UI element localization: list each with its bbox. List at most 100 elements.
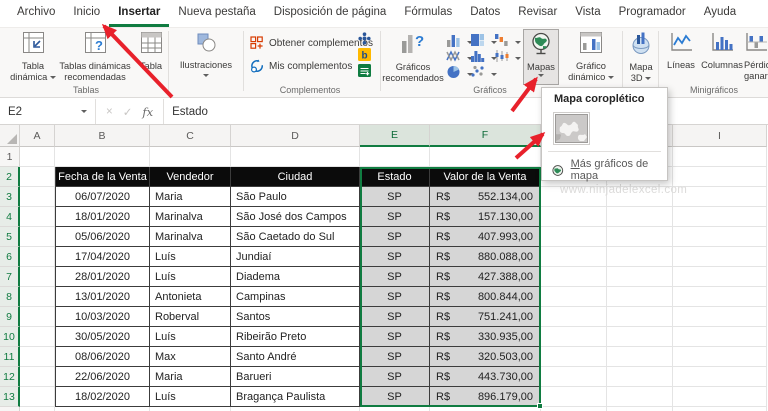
table-button[interactable]: Tabla (134, 31, 168, 72)
row-header[interactable]: 8 (0, 287, 20, 307)
cell-state[interactable]: SP (360, 227, 430, 247)
tab-formulas[interactable]: Fórmulas (395, 0, 461, 27)
row-header[interactable]: 14 (0, 407, 20, 411)
recommended-pivots-button[interactable]: ? Tablas dinámicas recomendadas (56, 31, 134, 82)
insert-function-icon[interactable]: fx (142, 105, 153, 119)
cell-value[interactable]: R$ 320.503,00 (430, 347, 541, 367)
cell-vendor[interactable]: Maria (150, 187, 231, 207)
cell-state[interactable]: SP (360, 387, 430, 407)
cell-city[interactable]: Diadema (231, 267, 360, 287)
enter-icon[interactable]: ✓ (123, 105, 133, 119)
cell-city[interactable]: São Caetado do Sul (231, 227, 360, 247)
cell-city[interactable]: Campinas (231, 287, 360, 307)
row-header[interactable]: 3 (0, 187, 20, 207)
cell-vendor[interactable]: Luís (150, 267, 231, 287)
row-header[interactable]: 1 (0, 147, 20, 167)
addin-bing-icon[interactable]: b (358, 48, 371, 61)
row-header[interactable]: 10 (0, 327, 20, 347)
cell-state[interactable]: SP (360, 187, 430, 207)
pivot-chart-button[interactable]: Gráfico dinámico (562, 31, 620, 82)
header-cell-vendedor[interactable]: Vendedor (150, 167, 231, 187)
pivot-table-button[interactable]: Tabla dinámica (10, 31, 56, 82)
cell-value[interactable]: R$ 751.241,00 (430, 307, 541, 327)
cell-city[interactable]: Jundiaí (231, 247, 360, 267)
tab-vista[interactable]: Vista (566, 0, 609, 27)
illustrations-button[interactable]: Ilustraciones (172, 31, 240, 77)
cell-value[interactable]: R$ 552.134,00 (430, 187, 541, 207)
combo-chart-button[interactable] (494, 49, 522, 68)
cell-date[interactable]: 05/06/2020 (55, 227, 150, 247)
mapas-button[interactable]: Mapas (523, 29, 559, 85)
cell-city[interactable]: Barueri (231, 367, 360, 387)
cell-city[interactable]: Santo André (231, 347, 360, 367)
row-header[interactable]: 11 (0, 347, 20, 367)
cell-date[interactable]: 28/01/2020 (55, 267, 150, 287)
formula-input[interactable]: Estado (164, 99, 768, 124)
col-header-D[interactable]: D (231, 125, 360, 147)
tab-nueva-pestana[interactable]: Nueva pestaña (169, 0, 264, 27)
sparkline-winloss-button[interactable]: Pérdidganar (744, 32, 768, 81)
cell-date[interactable]: 08/06/2020 (55, 347, 150, 367)
cell-vendor[interactable]: Marinalva (150, 227, 231, 247)
cell-vendor[interactable]: Max (150, 347, 231, 367)
recommended-charts-button[interactable]: ? Gráficos recomendados (382, 31, 444, 83)
cell-state[interactable]: SP (360, 307, 430, 327)
cell-vendor[interactable]: Luís (150, 247, 231, 267)
col-header-I[interactable]: I (673, 125, 767, 147)
cell-vendor[interactable]: Luís (150, 327, 231, 347)
name-box[interactable]: E2 (0, 99, 96, 124)
cell-city[interactable]: Ribeirão Preto (231, 327, 360, 347)
cell-state[interactable]: SP (360, 207, 430, 227)
get-addins-button[interactable]: Obtener complementos (250, 36, 373, 50)
cell-value[interactable]: R$ 880.088,00 (430, 247, 541, 267)
cell-city[interactable]: São José dos Campos (231, 207, 360, 227)
map-3d-button[interactable]: Mapa 3D (624, 31, 658, 83)
cell-vendor[interactable]: Marinalva (150, 207, 231, 227)
choropleth-map-option[interactable] (553, 112, 590, 145)
row-header[interactable]: 4 (0, 207, 20, 227)
cell-state[interactable]: SP (360, 367, 430, 387)
cell-date[interactable]: 10/03/2020 (55, 307, 150, 327)
cell-value[interactable]: R$ 157.130,00 (430, 207, 541, 227)
row-header[interactable]: 2 (0, 167, 20, 187)
cell-date[interactable]: 18/01/2020 (55, 207, 150, 227)
cancel-icon[interactable]: × (106, 106, 113, 118)
cell-state[interactable]: SP (360, 247, 430, 267)
cell-value[interactable]: R$ 427.388,00 (430, 267, 541, 287)
tab-ayuda[interactable]: Ayuda (695, 0, 745, 27)
tab-datos[interactable]: Datos (461, 0, 509, 27)
sparkline-line-button[interactable]: Líneas (662, 32, 700, 71)
row-header[interactable]: 9 (0, 307, 20, 327)
addin-calendar-icon[interactable] (358, 64, 371, 77)
sparkline-column-button[interactable]: Columnas (701, 32, 743, 71)
row-header[interactable]: 6 (0, 247, 20, 267)
row-header[interactable]: 5 (0, 227, 20, 247)
my-addins-button[interactable]: Mis complementos (250, 59, 367, 73)
cell-city[interactable]: Santos (231, 307, 360, 327)
header-cell-ciudad[interactable]: Ciudad (231, 167, 360, 187)
row-header[interactable]: 12 (0, 367, 20, 387)
tab-archivo[interactable]: Archivo (8, 0, 64, 27)
col-header-A[interactable]: A (20, 125, 55, 147)
cell-date[interactable]: 13/01/2020 (55, 287, 150, 307)
cell-state[interactable]: SP (360, 267, 430, 287)
cell-state[interactable]: SP (360, 287, 430, 307)
header-cell-fecha[interactable]: Fecha de la Venta (55, 167, 150, 187)
row-header[interactable]: 13 (0, 387, 20, 407)
cell-city[interactable]: Bragança Paulista (231, 387, 360, 407)
addin-people-icon[interactable] (358, 32, 371, 45)
cell-value[interactable]: R$ 443.730,00 (430, 367, 541, 387)
tab-inicio[interactable]: Inicio (64, 0, 109, 27)
tab-disposicion[interactable]: Disposición de página (265, 0, 396, 27)
more-map-charts-item[interactable]: Más gráficos de mapa (552, 158, 667, 182)
cell-vendor[interactable]: Antonieta (150, 287, 231, 307)
cell-date[interactable]: 17/04/2020 (55, 247, 150, 267)
cell-value[interactable]: R$ 800.844,00 (430, 287, 541, 307)
cell-state[interactable]: SP (360, 347, 430, 367)
tab-insertar[interactable]: Insertar (109, 0, 170, 27)
scatter-chart-button[interactable] (470, 65, 498, 84)
cell-vendor[interactable]: Luís (150, 387, 231, 407)
col-header-F[interactable]: F (430, 125, 541, 147)
cell-value[interactable]: R$ 407.993,00 (430, 227, 541, 247)
header-cell-estado[interactable]: Estado (360, 167, 430, 187)
